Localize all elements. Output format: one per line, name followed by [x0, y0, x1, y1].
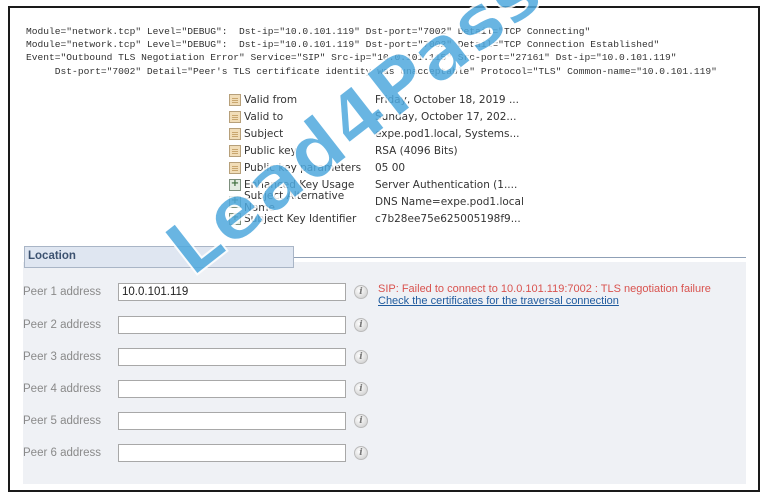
peer-3-row: Peer 3 address i: [23, 347, 368, 367]
document-icon: [229, 161, 241, 174]
peer-6-row: Peer 6 address i: [23, 443, 368, 463]
peer-3-address-input[interactable]: [118, 348, 346, 366]
check-certificates-link[interactable]: Check the certificates for the traversal…: [378, 295, 711, 307]
peer-4-address-input[interactable]: [118, 380, 346, 398]
info-icon[interactable]: i: [354, 414, 368, 428]
info-icon[interactable]: i: [354, 446, 368, 460]
peer-1-row: Peer 1 address i: [23, 282, 368, 302]
peer-5-row: Peer 5 address i: [23, 411, 368, 431]
cert-field-name: Public key parameters: [244, 161, 362, 174]
peer-2-label: Peer 2 address: [23, 319, 101, 331]
info-icon[interactable]: i: [354, 350, 368, 364]
peer-2-row: Peer 2 address i: [23, 315, 368, 335]
document-icon: [229, 110, 241, 123]
cert-field-value: expe.pod1.local, Systems...: [375, 127, 520, 140]
cert-field-value: Friday, October 18, 2019 ...: [375, 93, 519, 106]
peer-6-address-input[interactable]: [118, 444, 346, 462]
log-line: Module="network.tcp" Level="DEBUG": Dst-…: [26, 26, 591, 37]
cert-field-value: 05 00: [375, 161, 406, 174]
extension-icon: [229, 212, 241, 225]
cert-field-public-key[interactable]: Public key RSA (4096 Bits): [229, 142, 524, 159]
cert-field-subject-key-identifier[interactable]: Subject Key Identifier c7b28ee75e6250051…: [229, 210, 524, 227]
cert-field-public-key-parameters[interactable]: Public key parameters 05 00: [229, 159, 524, 176]
document-icon: [229, 127, 241, 140]
cert-field-valid-from[interactable]: Valid from Friday, October 18, 2019 ...: [229, 91, 524, 108]
cert-field-name: Subject: [244, 127, 284, 140]
cert-field-name: Valid to: [244, 110, 284, 123]
log-line: Event="Outbound TLS Negotiation Error" S…: [26, 52, 677, 64]
peer-2-address-input[interactable]: [118, 316, 346, 334]
debug-log: Module="network.tcp" Level="DEBUG": Dst-…: [26, 25, 717, 78]
extension-icon: [229, 178, 241, 191]
info-icon[interactable]: i: [354, 382, 368, 396]
cert-field-value: c7b28ee75e625005198f9...: [375, 212, 521, 225]
peer-5-label: Peer 5 address: [23, 415, 101, 427]
status-error-message: SIP: Failed to connect to 10.0.101.119:7…: [378, 283, 711, 295]
peer-6-label: Peer 6 address: [23, 447, 101, 459]
info-icon[interactable]: i: [354, 285, 368, 299]
info-icon[interactable]: i: [354, 318, 368, 332]
cert-field-subject-alternative-name[interactable]: Subject Alternative Name DNS Name=expe.p…: [229, 190, 524, 214]
cert-field-name: Subject Key Identifier: [244, 212, 357, 225]
extension-icon: [229, 195, 241, 208]
log-line: Module="network.tcp" Level="DEBUG": Dst-…: [26, 39, 660, 51]
peer-1-address-input[interactable]: [118, 283, 346, 301]
peer-4-label: Peer 4 address: [23, 383, 101, 395]
connection-status: SIP: Failed to connect to 10.0.101.119:7…: [378, 283, 711, 307]
peer-5-address-input[interactable]: [118, 412, 346, 430]
cert-field-value: DNS Name=expe.pod1.local: [375, 195, 524, 208]
peer-1-label: Peer 1 address: [23, 286, 101, 298]
section-divider: [294, 257, 746, 258]
cert-field-value: RSA (4096 Bits): [375, 144, 458, 157]
cert-field-value: Sunday, October 17, 202...: [375, 110, 517, 123]
peer-3-label: Peer 3 address: [23, 351, 101, 363]
peer-4-row: Peer 4 address i: [23, 379, 368, 399]
cert-field-value: Server Authentication (1....: [375, 178, 518, 191]
document-icon: [229, 93, 241, 106]
log-line: Dst-port="7002" Detail="Peer's TLS certi…: [26, 65, 717, 77]
document-icon: [229, 144, 241, 157]
cert-field-name: Valid from: [244, 93, 298, 106]
cert-field-valid-to[interactable]: Valid to Sunday, October 17, 202...: [229, 108, 524, 125]
cert-field-name: Public key: [244, 144, 297, 157]
cert-field-subject[interactable]: Subject expe.pod1.local, Systems...: [229, 125, 524, 142]
certificate-details: Valid from Friday, October 18, 2019 ... …: [229, 91, 524, 227]
location-section-header: Location: [24, 246, 294, 268]
